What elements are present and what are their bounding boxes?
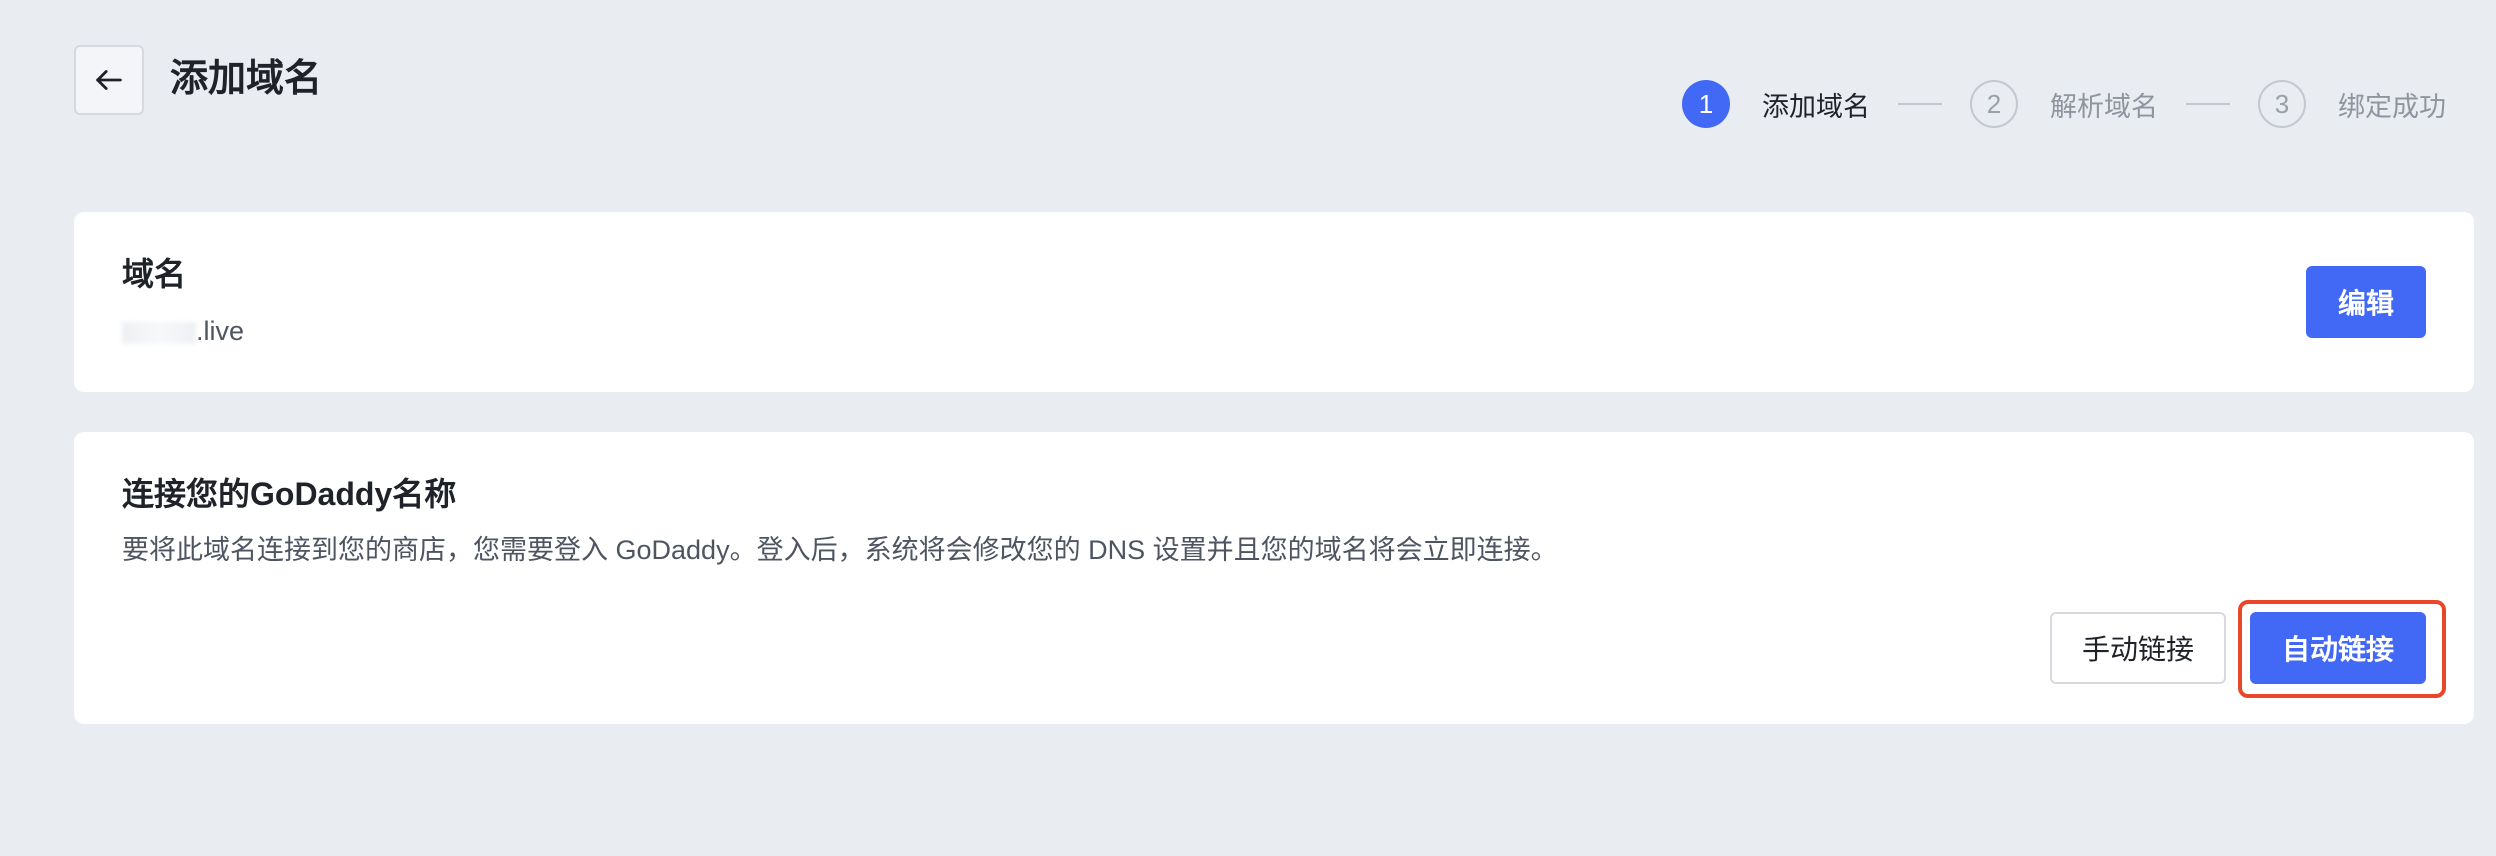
step-number: 2 <box>1970 80 2018 128</box>
step-label: 绑定成功 <box>2338 91 2446 122</box>
edit-button[interactable]: 编辑 <box>2306 266 2426 338</box>
connect-card: 连接您的GoDaddy名称 要将此域名连接到您的商店，您需要登入 GoDaddy… <box>74 432 2474 724</box>
connect-description: 要将此域名连接到您的商店，您需要登入 GoDaddy。登入后，系统将会修改您的 … <box>122 535 1558 565</box>
step-label: 添加域名 <box>1762 91 1870 122</box>
step-number: 3 <box>2258 80 2306 128</box>
arrow-left-icon <box>96 70 122 90</box>
step-number: 1 <box>1682 80 1730 128</box>
step-resolve-domain: 2 解析域名 <box>1970 80 2158 128</box>
manual-connect-button[interactable]: 手动链接 <box>2050 612 2226 684</box>
domain-card-title: 域名 <box>122 256 187 292</box>
masked-domain-name <box>122 321 196 344</box>
step-bind-success: 3 绑定成功 <box>2258 80 2446 128</box>
step-connector <box>1898 103 1942 105</box>
domain-card: 域名 .live 编辑 <box>74 212 2474 392</box>
step-connector <box>2186 103 2230 105</box>
step-add-domain: 1 添加域名 <box>1682 80 1870 128</box>
back-button[interactable] <box>74 45 144 115</box>
page-title: 添加域名 <box>170 58 323 100</box>
domain-suffix: .live <box>196 316 245 346</box>
auto-connect-button[interactable]: 自动链接 <box>2250 612 2426 684</box>
step-label: 解析域名 <box>2050 91 2158 122</box>
connect-card-title: 连接您的GoDaddy名称 <box>122 476 457 512</box>
domain-value: .live <box>122 314 244 348</box>
stepper: 1 添加域名 2 解析域名 3 绑定成功 <box>1682 80 2446 128</box>
